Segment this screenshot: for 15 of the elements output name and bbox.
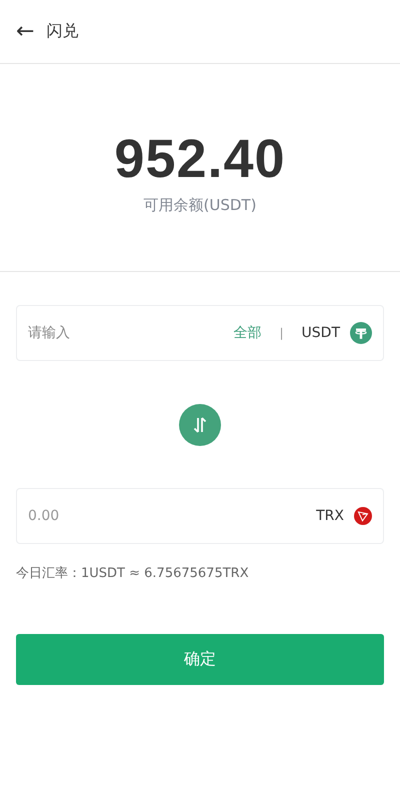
currency-label: TRX — [316, 508, 344, 524]
coin-icon — [354, 507, 372, 525]
back-button[interactable]: ← — [16, 19, 34, 44]
swap-button[interactable] — [179, 404, 221, 446]
page-title: 闪兑 — [46, 21, 78, 42]
all-button[interactable]: 全部 — [233, 324, 262, 342]
exchange-rate: 今日汇率：1USDT ≈ 6.75675675TRX — [16, 565, 250, 582]
currency-label: USDT — [302, 325, 340, 341]
separator: | — [279, 326, 284, 340]
confirm-button[interactable]: 确定 — [16, 634, 384, 685]
balance-label: 可用余额(USDT) — [144, 196, 256, 215]
balance-amount: 952.40 — [114, 128, 286, 190]
swap-icon — [193, 416, 207, 434]
receive-amount: 0.00 — [28, 508, 60, 524]
coin-icon — [350, 322, 372, 344]
